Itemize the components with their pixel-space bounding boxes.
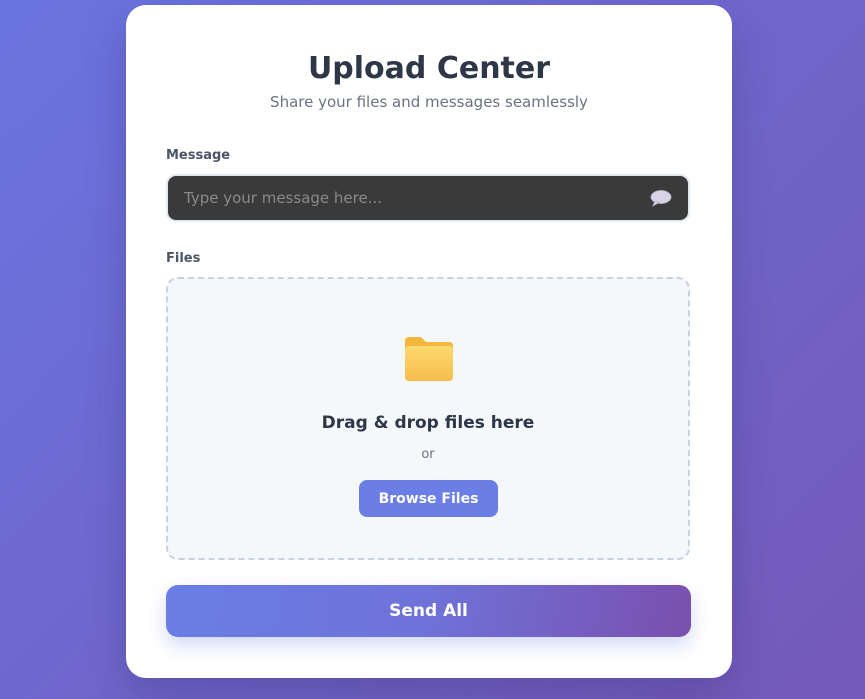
- message-label: Message: [166, 148, 231, 163]
- folder-icon: [405, 337, 453, 381]
- upload-card: Upload Center Share your files and messa…: [126, 5, 732, 678]
- message-input[interactable]: [168, 176, 688, 220]
- dropzone-instructions: Drag & drop files here: [321, 413, 535, 433]
- file-dropzone[interactable]: Drag & drop files here or Browse Files: [166, 277, 690, 560]
- send-all-button[interactable]: Send All: [166, 585, 691, 637]
- message-field: [166, 174, 690, 222]
- browse-files-button[interactable]: Browse Files: [359, 480, 498, 517]
- page-title: Upload Center: [307, 51, 551, 86]
- dropzone-or-text: or: [421, 447, 435, 462]
- files-label: Files: [166, 251, 201, 266]
- page-subtitle: Share your files and messages seamlessly: [270, 93, 588, 111]
- speech-bubble-icon: [650, 190, 672, 207]
